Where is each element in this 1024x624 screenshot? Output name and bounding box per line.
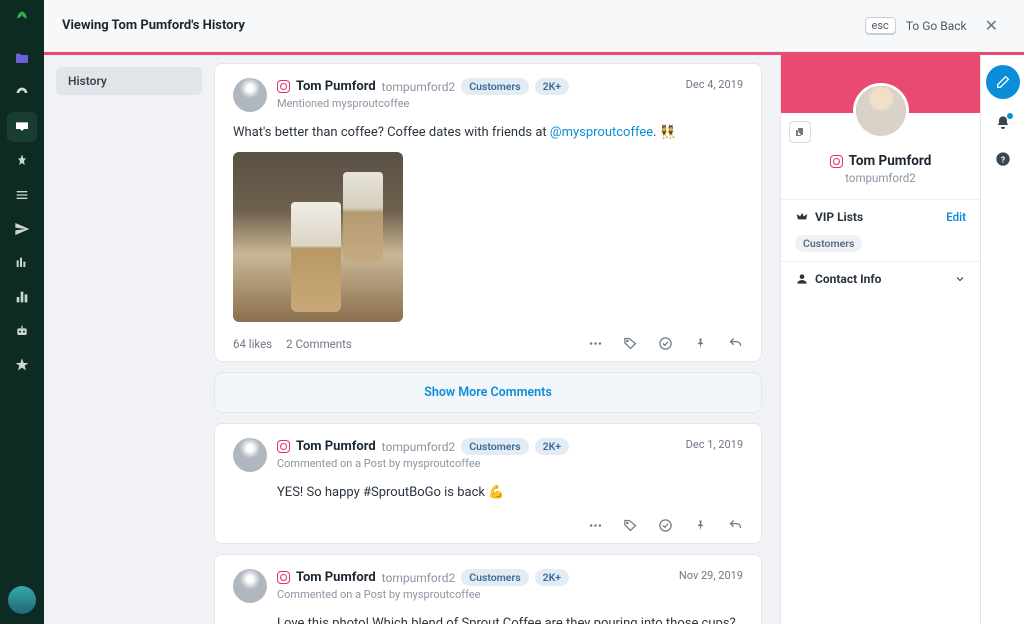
activity-subtext: Commented on a Post by mysproutcoffee (277, 457, 676, 470)
notifications-icon[interactable] (995, 115, 1011, 135)
page-title: Viewing Tom Pumford's History (62, 18, 245, 33)
pin-icon[interactable] (693, 518, 708, 533)
complete-icon[interactable] (658, 518, 673, 533)
instagram-icon (277, 440, 290, 453)
utility-rail: ? (980, 55, 1024, 624)
post-body: YES! So happy #SproutBoGo is back 💪 (233, 484, 743, 502)
left-nav-rail (0, 0, 44, 624)
nav-analytics-icon[interactable] (7, 248, 37, 278)
profile-name: Tom Pumford (849, 153, 932, 169)
tag-icon[interactable] (623, 518, 638, 533)
activity-feed: Tom Pumford tompumford2 Customers 2K+ Me… (214, 55, 780, 624)
author-name[interactable]: Tom Pumford (296, 79, 376, 94)
profile-hero (781, 55, 980, 113)
post-image[interactable] (233, 152, 403, 322)
contact-section-title: Contact Info (815, 272, 881, 286)
post-body: What's better than coffee? Coffee dates … (233, 124, 743, 142)
nav-pin-icon[interactable] (7, 146, 37, 176)
likes-count[interactable]: 64 likes (233, 337, 272, 351)
author-handle: tompumford2 (382, 440, 456, 454)
instagram-icon (277, 571, 290, 584)
followers-pill: 2K+ (535, 438, 569, 455)
esc-key-hint: esc (865, 17, 896, 34)
left-subnav: History (44, 55, 214, 624)
profile-panel: Tom Pumford tompumford2 VIP Lists Edit C… (780, 55, 980, 624)
card-actions (588, 518, 743, 533)
avatar (233, 569, 267, 603)
pin-icon[interactable] (693, 336, 708, 351)
svg-text:?: ? (1000, 155, 1004, 165)
nav-folder-icon[interactable] (7, 44, 37, 74)
compose-button[interactable] (986, 65, 1020, 99)
complete-icon[interactable] (658, 336, 673, 351)
activity-card: Tom Pumford tompumford2 Customers 2K+ Co… (214, 554, 762, 624)
modal-header: Viewing Tom Pumford's History esc To Go … (44, 0, 1024, 52)
activity-date: Dec 4, 2019 (686, 78, 743, 91)
reply-icon[interactable] (728, 518, 743, 533)
profile-handle: tompumford2 (781, 171, 980, 185)
sprout-logo-icon (14, 10, 30, 30)
profile-avatar (853, 83, 909, 139)
avatar (233, 78, 267, 112)
close-icon[interactable]: ✕ (977, 12, 1006, 39)
tag-pill[interactable]: Customers (461, 438, 528, 455)
author-handle: tompumford2 (382, 80, 456, 94)
nav-bot-icon[interactable] (7, 316, 37, 346)
vip-tag[interactable]: Customers (795, 235, 862, 252)
nav-dashboard-icon[interactable] (7, 78, 37, 108)
contact-section-toggle[interactable]: Contact Info (795, 272, 966, 286)
activity-card: Tom Pumford tompumford2 Customers 2K+ Co… (214, 423, 762, 544)
tag-pill[interactable]: Customers (461, 78, 528, 95)
author-handle: tompumford2 (382, 571, 456, 585)
comments-count[interactable]: 2 Comments (286, 337, 352, 351)
more-icon[interactable] (588, 336, 603, 351)
instagram-icon (277, 80, 290, 93)
vip-section-title: VIP Lists (815, 210, 863, 224)
nav-feed-icon[interactable] (7, 180, 37, 210)
copy-icon[interactable] (789, 121, 811, 143)
nav-inbox-icon[interactable] (7, 112, 37, 142)
notification-dot (1007, 113, 1013, 119)
avatar (233, 438, 267, 472)
user-avatar[interactable] (8, 586, 36, 614)
nav-reviews-icon[interactable] (7, 350, 37, 380)
nav-publish-icon[interactable] (7, 214, 37, 244)
activity-subtext: Mentioned mysproutcoffee (277, 97, 676, 110)
go-back-label: To Go Back (906, 19, 967, 33)
post-body: Love this photo! Which blend of Sprout C… (233, 615, 743, 624)
activity-subtext: Commented on a Post by mysproutcoffee (277, 588, 669, 601)
more-icon[interactable] (588, 518, 603, 533)
author-name[interactable]: Tom Pumford (296, 439, 376, 454)
card-actions (588, 336, 743, 351)
reply-icon[interactable] (728, 336, 743, 351)
edit-vip-link[interactable]: Edit (946, 210, 966, 224)
help-icon[interactable]: ? (995, 151, 1011, 171)
followers-pill: 2K+ (535, 569, 569, 586)
tab-history[interactable]: History (56, 67, 202, 95)
show-more-button[interactable]: Show More Comments (214, 372, 762, 413)
followers-pill: 2K+ (535, 78, 569, 95)
chevron-down-icon (954, 273, 966, 285)
activity-card: Tom Pumford tompumford2 Customers 2K+ Me… (214, 63, 762, 362)
person-icon (795, 272, 809, 286)
mention-link[interactable]: @mysproutcoffee (550, 125, 653, 140)
author-name[interactable]: Tom Pumford (296, 570, 376, 585)
activity-date: Dec 1, 2019 (686, 438, 743, 451)
activity-date: Nov 29, 2019 (679, 569, 743, 582)
nav-reports-icon[interactable] (7, 282, 37, 312)
instagram-icon (830, 155, 843, 168)
tag-pill[interactable]: Customers (461, 569, 528, 586)
vip-icon (795, 210, 809, 224)
tag-icon[interactable] (623, 336, 638, 351)
